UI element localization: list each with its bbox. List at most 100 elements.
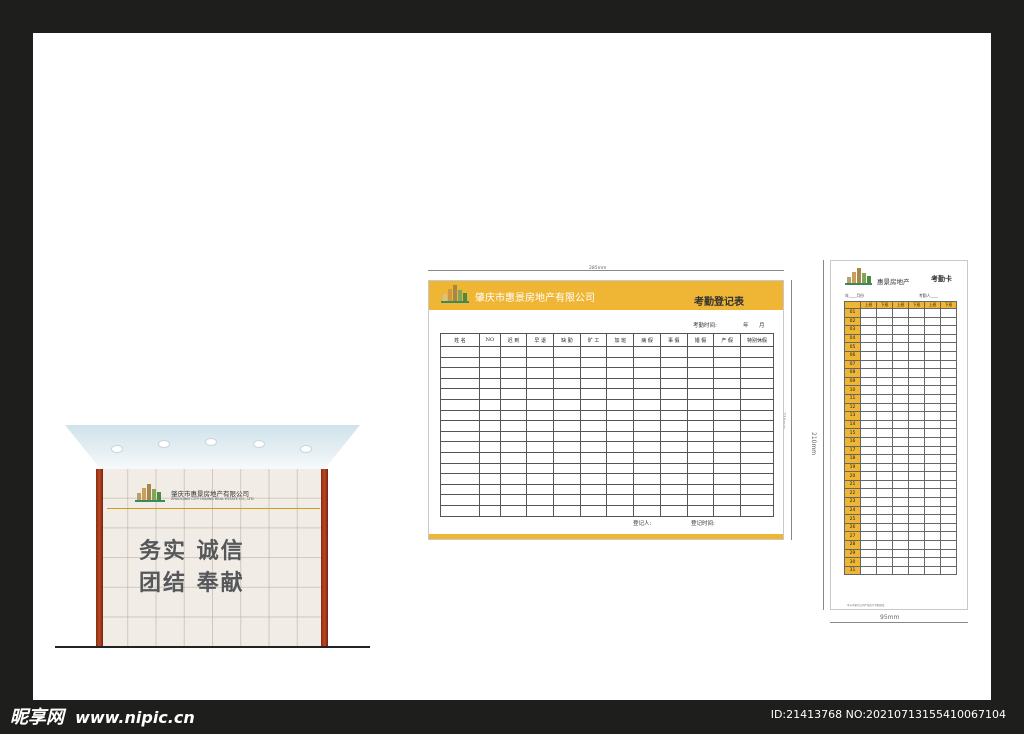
table-cell (940, 436, 957, 447)
card-day-row: 24 (844, 505, 957, 516)
table-cell (713, 388, 742, 400)
table-cell (876, 540, 893, 550)
table-cell (553, 473, 581, 485)
table-cell (908, 479, 925, 490)
table-cell (479, 430, 501, 443)
table-row (439, 494, 774, 506)
table-row (439, 451, 774, 464)
site-name: 昵享网 (10, 707, 64, 728)
table-cell (876, 333, 893, 344)
table-cell (924, 505, 941, 516)
table-cell (526, 462, 555, 475)
table-cell (659, 504, 688, 517)
table-cell (713, 441, 742, 453)
day-number: 26 (844, 522, 861, 533)
building-logo-icon (135, 482, 167, 502)
table-cell (908, 368, 925, 378)
table-cell (892, 428, 909, 438)
table-cell (633, 441, 661, 453)
table-cell (908, 419, 925, 430)
building-logo-icon (441, 284, 471, 303)
table-cell (553, 356, 581, 369)
table-cell (940, 471, 957, 481)
table-cell (439, 483, 481, 496)
table-cell (479, 473, 501, 485)
table-cell (479, 356, 501, 369)
table-cell (606, 451, 635, 464)
table-cell (892, 333, 909, 344)
table-cell (553, 420, 581, 432)
day-number: 08 (844, 368, 861, 378)
table-cell (499, 388, 528, 400)
table-cell (553, 441, 581, 453)
table-cell (686, 346, 715, 358)
table-cell (439, 462, 481, 475)
table-cell (606, 367, 635, 379)
table-cell (924, 522, 941, 533)
table-cell (606, 504, 635, 517)
table-cell (579, 430, 608, 443)
table-cell (892, 316, 909, 327)
table-cell (892, 308, 909, 318)
column-header: 病 假 (633, 333, 661, 347)
table-cell (526, 409, 555, 422)
table-cell (940, 411, 957, 421)
table-cell (659, 388, 688, 400)
table-cell (860, 428, 877, 438)
table-cell (892, 350, 909, 361)
table-cell (499, 398, 528, 411)
table-cell (908, 436, 925, 447)
table-cell (606, 483, 635, 496)
table-cell (924, 316, 941, 327)
card-title: 考勤卡 (931, 274, 952, 283)
table-cell (860, 471, 877, 481)
registrar-label: 登记人: (633, 521, 652, 527)
table-cell (860, 488, 877, 499)
table-cell (908, 385, 925, 395)
table-cell (940, 350, 957, 361)
table-cell (659, 398, 688, 411)
table-cell (908, 333, 925, 344)
table-cell (633, 420, 661, 432)
table-cell (439, 367, 481, 379)
table-cell (924, 308, 941, 318)
table-cell (892, 419, 909, 430)
table-row (439, 377, 774, 390)
column-header (844, 301, 861, 309)
day-number: 09 (844, 376, 861, 387)
table-cell (876, 488, 893, 499)
day-number: 11 (844, 393, 861, 404)
table-cell (908, 308, 925, 318)
table-cell (479, 451, 501, 464)
card-day-row: 30 (844, 557, 957, 567)
table-cell (686, 356, 715, 369)
table-cell (860, 445, 877, 456)
table-cell (606, 430, 635, 443)
table-cell (860, 385, 877, 395)
table-cell (924, 402, 941, 413)
table-cell (860, 540, 877, 550)
table-cell (924, 462, 941, 473)
gold-stripe (107, 508, 320, 509)
table-cell (892, 548, 909, 559)
register-footer-bar (429, 534, 783, 539)
table-cell (860, 316, 877, 327)
table-row (439, 483, 774, 496)
table-cell (526, 356, 555, 369)
table-cell (579, 377, 608, 390)
card-width-dimension: 95mm (880, 614, 900, 621)
table-cell (526, 451, 555, 464)
card-day-row: 13 (844, 411, 957, 421)
month-label: 月 (759, 323, 765, 329)
table-cell (553, 494, 581, 506)
table-cell (940, 514, 957, 524)
card-month-label: 年____月份 (845, 293, 864, 298)
table-cell (606, 494, 635, 506)
table-cell (940, 540, 957, 550)
table-cell (553, 483, 581, 496)
table-cell (924, 428, 941, 438)
table-cell (860, 514, 877, 524)
table-cell (606, 377, 635, 390)
year-label: 年 (743, 323, 749, 329)
right-pillar (321, 469, 328, 647)
